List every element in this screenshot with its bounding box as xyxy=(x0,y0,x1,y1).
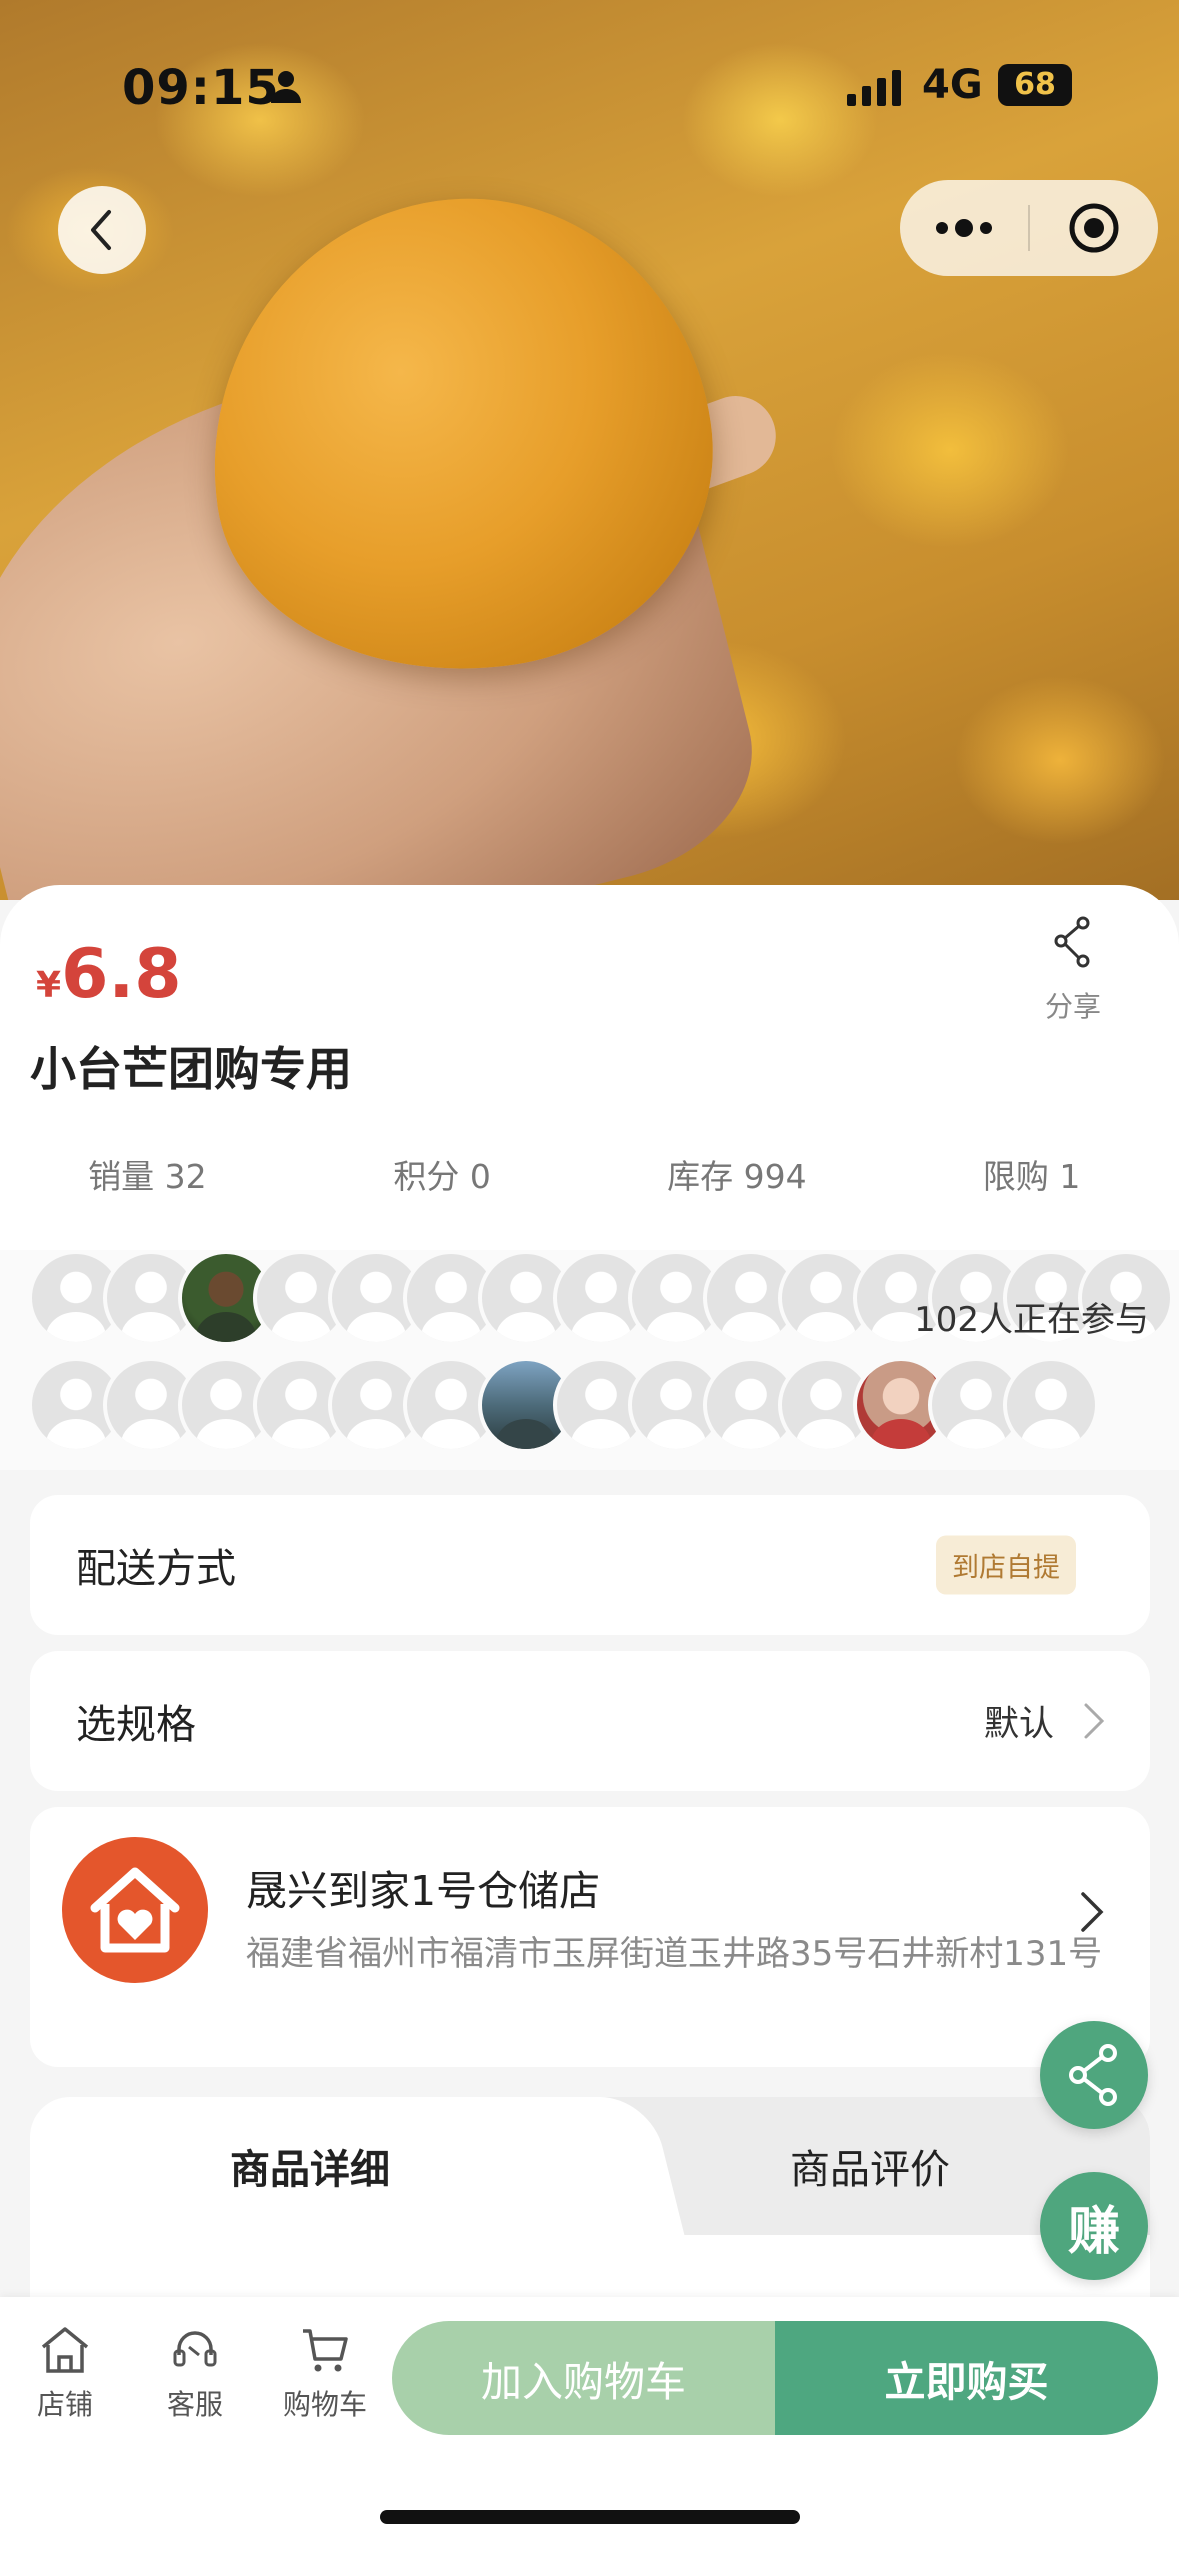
store-row[interactable]: 晟兴到家1号仓储店 福建省福州市福清市玉屏街道玉井路35号石井新村131号 xyxy=(30,1807,1150,2067)
back-button[interactable] xyxy=(58,186,146,274)
product-info-card: ¥6.8 分享 小台芒团购专用 销量 32 积分 0 库存 994 限购 1 xyxy=(0,885,1179,1255)
currency-symbol: ¥ xyxy=(36,965,62,1006)
share-button[interactable]: 分享 xyxy=(1030,915,1116,1025)
cart-tab-button[interactable]: 购物车 xyxy=(270,2325,380,2423)
target-icon xyxy=(1069,203,1119,253)
store-name: 晟兴到家1号仓储店 xyxy=(246,1867,601,1915)
select-spec-row[interactable]: 选规格 默认 xyxy=(30,1651,1150,1791)
more-dots-icon xyxy=(936,219,992,237)
headset-icon xyxy=(173,2331,217,2367)
stat-sales: 销量 32 xyxy=(88,1157,207,1196)
delivery-label: 配送方式 xyxy=(76,1546,236,1592)
miniprogram-capsule xyxy=(900,180,1158,276)
share-icon xyxy=(1054,916,1090,968)
chevron-left-icon xyxy=(91,210,111,250)
customer-service-label: 客服 xyxy=(166,2388,223,2421)
delivery-badge: 到店自提 xyxy=(936,1535,1076,1595)
store-tab-label: 店铺 xyxy=(36,2388,93,2421)
floating-share-button[interactable] xyxy=(1040,2021,1148,2129)
store-address: 福建省福州市福清市玉屏街道玉井路35号石井新村131号 xyxy=(246,1934,1103,1974)
stat-points: 积分 0 xyxy=(393,1157,491,1196)
participants-section: 102人正在参与 xyxy=(0,1250,1179,1470)
product-detail-page: 09:15 4G 68 ¥6.8 分享 小台芒团购专用 销量 32 积分 0 库… xyxy=(0,0,1179,2556)
add-to-cart-button[interactable]: 加入购物车 xyxy=(392,2321,775,2435)
close-miniprogram-button[interactable] xyxy=(1030,180,1158,276)
stat-limit: 限购 1 xyxy=(982,1157,1081,1196)
customer-service-button[interactable]: 客服 xyxy=(140,2325,250,2423)
chevron-right-icon xyxy=(1081,1892,1104,1932)
spec-value: 默认 xyxy=(983,1704,1054,1745)
spec-label: 选规格 xyxy=(76,1702,196,1748)
chevron-right-icon xyxy=(1084,1703,1105,1739)
home-heart-icon xyxy=(90,1867,180,1953)
cart-tab-label: 购物车 xyxy=(282,2388,367,2421)
price-value: 6.8 xyxy=(61,935,182,1014)
status-bar: 09:15 4G 68 xyxy=(0,0,1179,170)
status-time: 09:15 xyxy=(122,60,280,116)
signal-icon xyxy=(847,70,901,106)
product-title: 小台芒团购专用 xyxy=(30,1042,352,1096)
network-type: 4G xyxy=(922,62,983,108)
floating-earn-button[interactable]: 赚 xyxy=(1040,2172,1148,2280)
share-label: 分享 xyxy=(1044,990,1101,1023)
home-indicator[interactable] xyxy=(380,2510,800,2524)
store-icon xyxy=(41,2327,89,2373)
avatar-row-2 xyxy=(28,1357,1099,1453)
battery-indicator: 68 xyxy=(998,64,1072,106)
share-icon xyxy=(1069,2044,1117,2106)
avatar xyxy=(1003,1357,1099,1453)
participant-count: 102人正在参与 xyxy=(914,1300,1149,1340)
product-stats: 销量 32 积分 0 库存 994 限购 1 xyxy=(0,1150,1179,1198)
store-tab-button[interactable]: 店铺 xyxy=(10,2325,120,2423)
delivery-method-row[interactable]: 配送方式 到店自提 xyxy=(30,1495,1150,1635)
stat-stock: 库存 994 xyxy=(667,1157,807,1196)
price: ¥6.8 xyxy=(36,935,182,1014)
buy-now-button[interactable]: 立即购买 xyxy=(775,2321,1158,2435)
detail-tabs: 商品详细 商品评价 xyxy=(30,2097,1150,2297)
more-button[interactable] xyxy=(900,180,1028,276)
person-icon xyxy=(271,71,301,103)
store-logo xyxy=(62,1837,208,1983)
cart-icon xyxy=(303,2329,348,2372)
tab-product-detail[interactable]: 商品详细 xyxy=(30,2097,590,2235)
